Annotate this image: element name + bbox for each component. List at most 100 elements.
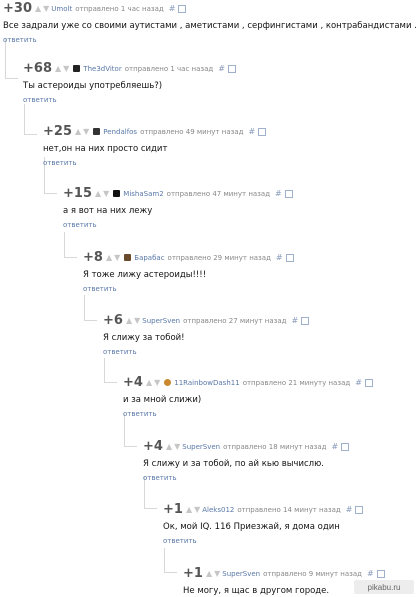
comment-text: Я слижу за тобой! <box>103 333 185 343</box>
vote-down-icon[interactable]: ▼ <box>194 505 200 514</box>
comment-permalink[interactable]: # <box>346 505 353 514</box>
bookmark-icon[interactable] <box>376 569 385 578</box>
bookmark-icon[interactable] <box>178 4 187 13</box>
bookmark-icon[interactable] <box>227 64 236 73</box>
avatar <box>124 254 132 261</box>
comment-author[interactable]: MishaSam2 <box>123 190 163 198</box>
vote-down-icon[interactable]: ▼ <box>103 189 109 198</box>
reply-link[interactable]: ответить <box>43 159 266 167</box>
avatar <box>73 65 81 72</box>
reply-link[interactable]: ответить <box>23 96 236 104</box>
comment-time: отправлено 14 минут назад <box>237 505 341 514</box>
reply-link[interactable]: ответить <box>143 474 349 482</box>
bookmark-icon[interactable] <box>355 505 364 514</box>
thread-line <box>5 38 18 79</box>
comment-rating: +68 <box>23 61 52 76</box>
comment-author[interactable]: SuperSven <box>182 443 220 451</box>
vote-up-icon[interactable]: ▲ <box>206 569 212 578</box>
vote-down-icon[interactable]: ▼ <box>134 316 140 325</box>
vote-down-icon[interactable]: ▼ <box>63 64 69 73</box>
comment-author[interactable]: Umolt <box>51 5 72 13</box>
thread-line <box>104 358 117 383</box>
comment-time: отправлено 1 час назад <box>124 64 214 73</box>
reply-link[interactable]: ответить <box>163 537 363 545</box>
bookmark-icon[interactable] <box>258 127 267 136</box>
vote-up-icon[interactable]: ▲ <box>55 64 61 73</box>
comment-permalink[interactable]: # <box>248 127 255 136</box>
comment-author[interactable]: 11RainbowDash11 <box>174 379 239 387</box>
bookmark-icon[interactable] <box>301 316 310 325</box>
comment-text: и за мной слижи) <box>123 395 202 405</box>
comment-text: Все задрали уже со своими аутистами , ам… <box>3 21 417 31</box>
vote-up-icon[interactable]: ▲ <box>126 316 132 325</box>
reply-link[interactable]: ответить <box>103 348 309 356</box>
vote-down-icon[interactable]: ▼ <box>43 4 49 13</box>
comment-permalink[interactable]: # <box>331 442 338 451</box>
comment-time: отправлено 29 минут назад <box>167 253 271 262</box>
comment: +4 ▲ ▼ 11RainbowDash11 отправлено 21 мин… <box>123 375 373 418</box>
comment-author[interactable]: Aleks012 <box>202 506 234 514</box>
avatar <box>113 190 121 197</box>
comment-author[interactable]: Pendalfos <box>103 128 137 136</box>
bookmark-icon[interactable] <box>284 189 293 198</box>
vote-up-icon[interactable]: ▲ <box>35 4 41 13</box>
vote-down-icon[interactable]: ▼ <box>83 127 89 136</box>
bookmark-icon[interactable] <box>285 253 294 262</box>
bookmark-icon[interactable] <box>364 378 373 387</box>
comment-permalink[interactable]: # <box>169 4 176 13</box>
bookmark-icon[interactable] <box>341 442 350 451</box>
watermark-text: pikabu.ru <box>367 582 401 592</box>
comment-permalink[interactable]: # <box>276 253 283 262</box>
vote-up-icon[interactable]: ▲ <box>186 505 192 514</box>
comment-permalink[interactable]: # <box>367 569 374 578</box>
comment: +6 ▲ ▼ SuperSven отправлено 27 минут наз… <box>103 313 310 356</box>
comment-rating: +30 <box>3 1 32 16</box>
comment-author[interactable]: SuperSven <box>142 317 180 325</box>
comment-time: отправлено 49 минут назад <box>140 127 244 136</box>
comment-rating: +1 <box>183 566 203 581</box>
vote-down-icon[interactable]: ▼ <box>174 442 180 451</box>
vote-down-icon[interactable]: ▼ <box>154 378 160 387</box>
vote-up-icon[interactable]: ▲ <box>95 189 101 198</box>
reply-link[interactable]: ответить <box>123 410 373 418</box>
comment: +15 ▲ ▼ MishaSam2 отправлено 47 минут на… <box>63 186 293 229</box>
vote-up-icon[interactable]: ▲ <box>106 253 112 262</box>
comment-permalink[interactable]: # <box>355 378 362 387</box>
comment-author[interactable]: The3dVitor <box>83 65 121 73</box>
comment: +30 ▲ ▼ Umolt отправлено 1 час назад # В… <box>3 1 417 44</box>
reply-link[interactable]: ответить <box>83 285 294 293</box>
comment-permalink[interactable]: # <box>275 189 282 198</box>
comment-rating: +8 <box>83 250 103 265</box>
thread-line <box>84 295 97 321</box>
comment-author[interactable]: SuperSven <box>222 570 260 578</box>
comment-time: отправлено 18 минут назад <box>223 442 327 451</box>
reply-link[interactable]: ответить <box>3 36 417 44</box>
comment-rating: +4 <box>143 439 163 454</box>
comment-text: Ок, мой IQ. 116 Приезжай, я дома один <box>163 522 340 532</box>
comment: +1 ▲ ▼ Aleks012 отправлено 14 минут наза… <box>163 502 364 545</box>
comment-text: а я вот на них лежу <box>63 206 153 216</box>
comment-permalink[interactable]: # <box>218 64 225 73</box>
thread-line <box>64 232 77 258</box>
thread-line <box>164 548 177 573</box>
comment-time: отправлено 1 час назад <box>75 4 164 13</box>
vote-up-icon[interactable]: ▲ <box>166 442 172 451</box>
vote-down-icon[interactable]: ▼ <box>214 569 220 578</box>
vote-up-icon[interactable]: ▲ <box>75 127 81 136</box>
comment-permalink[interactable]: # <box>291 316 298 325</box>
comment-time: отправлено 47 минут назад <box>166 189 271 198</box>
vote-down-icon[interactable]: ▼ <box>114 253 120 262</box>
comment-text: Ты астероиды употребляешь?) <box>23 81 163 91</box>
comment-rating: +15 <box>63 186 92 201</box>
vote-up-icon[interactable]: ▲ <box>146 378 152 387</box>
comment-text: Я тоже лижу астероиды!!!! <box>83 270 207 280</box>
comment-rating: +1 <box>163 502 183 517</box>
reply-link[interactable]: ответить <box>63 221 293 229</box>
avatar <box>93 128 101 135</box>
comment: +25 ▲ ▼ Pendalfos отправлено 49 минут на… <box>43 124 267 167</box>
comment-rating: +25 <box>43 124 72 139</box>
avatar <box>164 379 172 386</box>
comment-rating: +6 <box>103 313 123 328</box>
comment-text: нет,он на них просто сидит <box>43 144 168 154</box>
comment-author[interactable]: Барабас <box>134 254 164 262</box>
